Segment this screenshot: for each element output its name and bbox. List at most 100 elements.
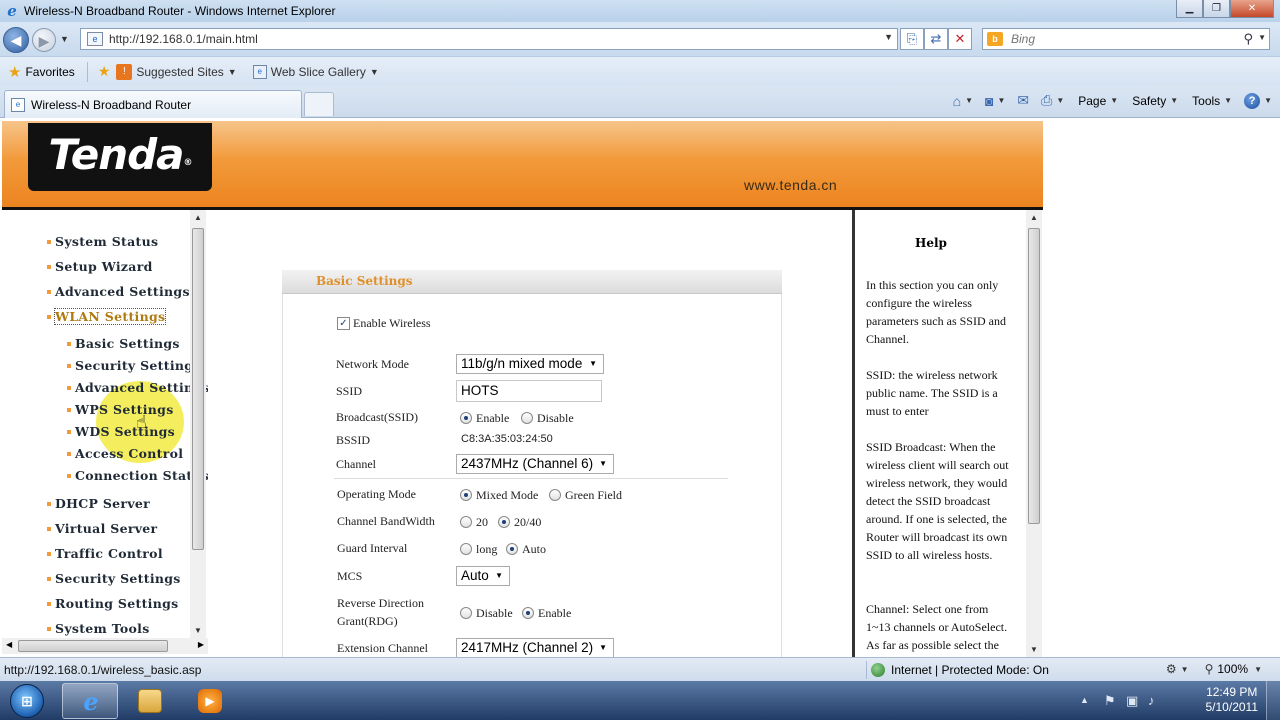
feeds-icon[interactable]: ◙ [985, 93, 993, 109]
guard-auto-radio[interactable] [506, 543, 518, 555]
close-window-button[interactable]: ✕ [1230, 0, 1274, 18]
tray-flag-icon[interactable]: ⚑ [1104, 693, 1116, 709]
nav-dhcp-server[interactable]: DHCP Server [46, 496, 150, 511]
safety-menu[interactable]: Safety [1132, 94, 1166, 108]
chevron-down-icon[interactable]: ▼ [965, 96, 973, 105]
new-tab-button[interactable] [304, 92, 334, 116]
rdg-enable-radio[interactable] [522, 607, 534, 619]
taskbar-explorer-button[interactable] [122, 683, 178, 719]
chevron-down-icon[interactable]: ▼ [1056, 96, 1064, 105]
guard-long-radio[interactable] [460, 543, 472, 555]
chevron-down-icon[interactable]: ▼ [997, 96, 1005, 105]
maximize-button[interactable]: ❐ [1203, 0, 1230, 18]
chevron-down-icon[interactable]: ▼ [1224, 96, 1232, 105]
tray-network-icon[interactable]: ▣ [1126, 693, 1138, 709]
nav-traffic-control[interactable]: Traffic Control [47, 546, 163, 561]
scroll-up-icon[interactable]: ▲ [194, 213, 202, 222]
nav-horizontal-scrollbar[interactable]: ◀ ▶ [2, 638, 208, 654]
chevron-down-icon[interactable]: ▼ [1110, 96, 1118, 105]
address-dropdown-icon[interactable]: ▼ [884, 32, 893, 42]
operating-mixed-radio[interactable] [460, 489, 472, 501]
nav-sub-wps-settings[interactable]: WPS Settings [67, 402, 174, 417]
print-icon[interactable]: ⎙ [1041, 92, 1052, 109]
help-scroll-thumb[interactable] [1028, 228, 1040, 524]
ssid-input[interactable]: HOTS [456, 380, 602, 402]
scroll-right-icon[interactable]: ▶ [198, 640, 204, 649]
chevron-down-icon[interactable]: ▼ [1264, 96, 1272, 105]
mcs-select[interactable]: Auto ▼ [456, 566, 510, 586]
back-button[interactable]: ◀ [3, 27, 29, 53]
help-icon[interactable]: ? [1244, 92, 1261, 109]
nav-virtual-server[interactable]: Virtual Server [46, 521, 157, 536]
taskbar-ie-button[interactable]: e [62, 683, 118, 719]
nav-sub-basic-settings[interactable]: Basic Settings [67, 336, 180, 351]
bandwidth-20-radio[interactable] [460, 516, 472, 528]
nav-sub-security-settings[interactable]: Security Settings [67, 358, 201, 373]
address-url[interactable]: http://192.168.0.1/main.html [109, 32, 258, 46]
chevron-down-icon[interactable]: ▼ [1181, 665, 1189, 674]
enable-wireless-checkbox[interactable]: ✓ [337, 317, 350, 330]
start-button[interactable]: ⊞ [4, 681, 50, 720]
settings-icon[interactable]: ⚙ [1166, 662, 1177, 676]
rdg-disable-radio[interactable] [460, 607, 472, 619]
nav-vertical-scrollbar[interactable]: ▲ ▼ [190, 210, 206, 638]
chevron-down-icon[interactable]: ▼ [370, 67, 379, 77]
search-box[interactable]: b ⚲ ▼ [982, 28, 1270, 50]
home-icon[interactable]: ⌂ [953, 93, 961, 109]
taskbar-media-player-button[interactable]: ▶ [182, 683, 238, 719]
address-field[interactable]: e http://192.168.0.1/main.html ▼ [80, 28, 898, 50]
scroll-down-icon[interactable]: ▼ [1030, 645, 1038, 654]
recent-pages-dropdown[interactable]: ▼ [60, 34, 69, 44]
chevron-down-icon[interactable]: ▼ [1170, 96, 1178, 105]
help-vertical-scrollbar[interactable]: ▲ ▼ [1026, 210, 1042, 657]
scroll-down-icon[interactable]: ▼ [194, 626, 202, 635]
page-menu[interactable]: Page [1078, 94, 1106, 108]
search-input[interactable] [1011, 32, 1231, 46]
tray-expand-icon[interactable]: ▲ [1080, 695, 1089, 705]
zoom-level[interactable]: 100% [1217, 662, 1248, 676]
extension-channel-select[interactable]: 2417MHz (Channel 2) ▼ [456, 638, 614, 657]
chevron-down-icon[interactable]: ▼ [1254, 665, 1262, 674]
nav-advanced-settings[interactable]: Advanced Settings [47, 284, 190, 299]
zoom-icon[interactable]: ⚲ [1205, 662, 1214, 676]
nav-security-settings[interactable]: Security Settings [47, 571, 181, 586]
security-zone[interactable]: Internet | Protected Mode: On [866, 661, 1049, 679]
nav-setup-wizard[interactable]: Setup Wizard [47, 259, 153, 274]
operating-green-radio[interactable] [549, 489, 561, 501]
scroll-up-icon[interactable]: ▲ [1030, 213, 1038, 222]
minimize-button[interactable]: ▁ [1176, 0, 1203, 18]
bandwidth-2040-radio[interactable] [498, 516, 510, 528]
mail-icon[interactable]: ✉ [1017, 92, 1029, 109]
nav-wlan-settings[interactable]: WLAN Settings [46, 308, 167, 325]
nav-sub-wds-settings[interactable]: WDS Settings [67, 424, 175, 439]
refresh-icon[interactable]: ⇄ [924, 28, 948, 50]
nav-system-status[interactable]: System Status [46, 234, 158, 249]
favorites-star-icon[interactable]: ★ [8, 63, 21, 81]
nav-hscroll-thumb[interactable] [18, 640, 168, 652]
nav-system-tools[interactable]: System Tools [47, 621, 150, 636]
taskbar-clock[interactable]: 12:49 PM 5/10/2011 [1206, 685, 1259, 715]
zoom-control[interactable]: ⚙ ▼ ⚲ 100% ▼ [1166, 662, 1266, 676]
chevron-down-icon[interactable]: ▼ [228, 67, 237, 77]
network-mode-select[interactable]: 11b/g/n mixed mode ▼ [456, 354, 604, 374]
search-icon[interactable]: ⚲ [1243, 31, 1253, 47]
broadcast-enable-radio[interactable] [460, 412, 472, 424]
nav-sub-access-control[interactable]: Access Control [66, 446, 183, 461]
suggested-sites-link[interactable]: Suggested Sites [136, 65, 223, 79]
compatibility-view-icon[interactable]: ⎘ [900, 28, 924, 50]
favorites-button[interactable]: Favorites [25, 65, 74, 79]
add-to-favorites-icon[interactable]: ★ [98, 63, 111, 80]
nav-routing-settings[interactable]: Routing Settings [46, 596, 178, 611]
scroll-left-icon[interactable]: ◀ [6, 640, 12, 649]
tray-volume-icon[interactable]: ♪ [1148, 693, 1155, 708]
nav-scroll-thumb[interactable] [192, 228, 204, 550]
search-dropdown-icon[interactable]: ▼ [1258, 33, 1266, 42]
broadcast-disable-radio[interactable] [521, 412, 533, 424]
tab-router[interactable]: e Wireless-N Broadband Router [4, 90, 302, 118]
stop-icon[interactable]: ✕ [948, 28, 972, 50]
channel-select[interactable]: 2437MHz (Channel 6) ▼ [456, 454, 614, 474]
tools-menu[interactable]: Tools [1192, 94, 1220, 108]
forward-button[interactable]: ▶ [32, 28, 56, 52]
web-slice-gallery-link[interactable]: Web Slice Gallery [271, 65, 366, 79]
show-desktop-button[interactable] [1266, 681, 1280, 720]
